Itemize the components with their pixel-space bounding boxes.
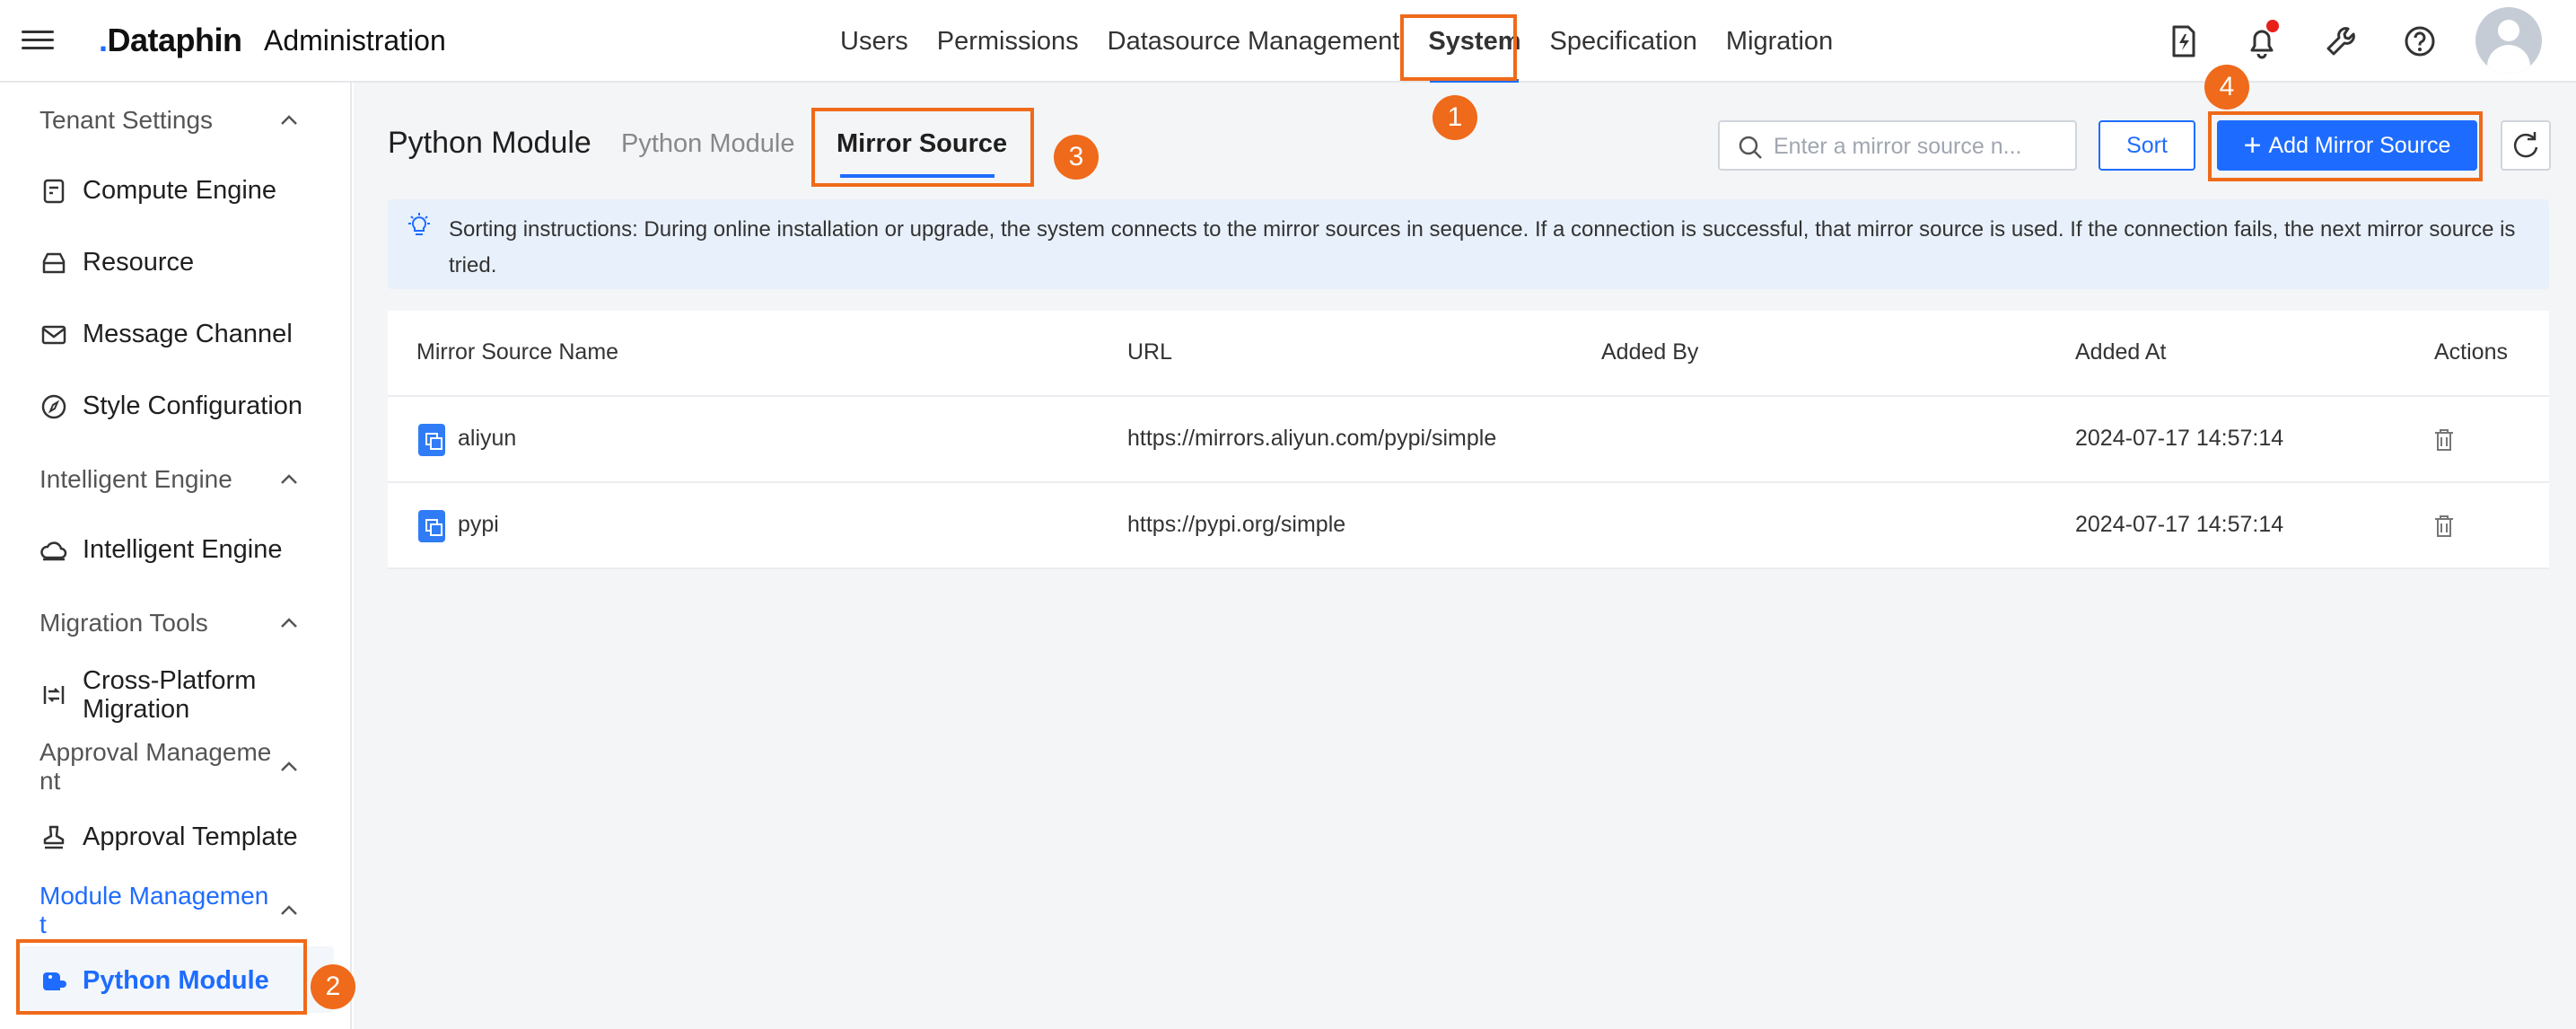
sidebar-item-label: Message Channel bbox=[83, 320, 293, 348]
mirror-added-at: 2024-07-17 14:57:14 bbox=[2075, 512, 2284, 537]
step-badge-4: 4 bbox=[2204, 65, 2249, 110]
delete-icon[interactable] bbox=[2432, 514, 2456, 539]
refresh-icon bbox=[2513, 132, 2538, 158]
lightbulb-icon bbox=[408, 213, 430, 235]
cloud-icon bbox=[40, 541, 67, 560]
mirror-source-table: Mirror Source Name URL Added By Added At… bbox=[388, 311, 2549, 569]
highlight-mirror-source-tab bbox=[811, 108, 1034, 187]
top-bar: .Dataphin Administration Users Permissio… bbox=[0, 0, 2576, 83]
refresh-button[interactable] bbox=[2501, 120, 2551, 171]
mirror-name: pypi bbox=[458, 512, 499, 537]
mirror-file-icon bbox=[418, 424, 445, 456]
table-row[interactable]: aliyun https://mirrors.aliyun.com/pypi/s… bbox=[388, 397, 2549, 483]
migration-icon bbox=[43, 686, 65, 704]
stamp-icon bbox=[43, 825, 65, 849]
group-intelligent-engine[interactable]: Intelligent Engine bbox=[39, 465, 232, 494]
highlight-add-mirror-source bbox=[2208, 111, 2483, 181]
sidebar-item-style-configuration[interactable]: Style Configuration bbox=[39, 391, 302, 421]
mirror-added-at: 2024-07-17 14:57:14 bbox=[2075, 426, 2284, 451]
sidebar-item-resource[interactable]: Resource bbox=[39, 248, 194, 277]
lightning-doc-icon[interactable] bbox=[2163, 22, 2203, 61]
notification-dot bbox=[2266, 20, 2279, 32]
column-header: Actions bbox=[2434, 339, 2508, 365]
wrench-icon[interactable] bbox=[2321, 22, 2361, 61]
sidebar-item-label: Intelligent Engine bbox=[83, 535, 283, 564]
mirror-url: https://mirrors.aliyun.com/pypi/simple bbox=[1127, 426, 1497, 451]
sidebar-item-label: Style Configuration bbox=[83, 391, 303, 420]
group-migration-tools[interactable]: Migration Tools bbox=[39, 609, 208, 638]
column-header: URL bbox=[1127, 339, 1173, 365]
menu-icon[interactable] bbox=[22, 25, 54, 57]
chevron-up-icon[interactable] bbox=[278, 612, 300, 634]
table-row[interactable]: pypi https://pypi.org/simple 2024-07-17 … bbox=[388, 483, 2549, 569]
sidebar-item-message-channel[interactable]: Message Channel bbox=[39, 320, 293, 349]
highlight-system-nav bbox=[1400, 14, 1517, 81]
search-icon bbox=[1739, 136, 1762, 159]
nav-datasource-management[interactable]: Datasource Management bbox=[1093, 0, 1415, 83]
mirror-url: https://pypi.org/simple bbox=[1127, 512, 1346, 537]
sidebar-item-label: Compute Engine bbox=[83, 176, 277, 205]
search-input[interactable] bbox=[1774, 131, 2061, 162]
sort-button[interactable]: Sort bbox=[2098, 120, 2195, 171]
user-avatar[interactable] bbox=[2475, 7, 2542, 74]
step-badge-2: 2 bbox=[311, 964, 355, 1009]
mirror-file-icon bbox=[418, 510, 445, 542]
sidebar-item-approval-template[interactable]: Approval Template bbox=[39, 822, 298, 852]
highlight-python-module bbox=[16, 939, 307, 1015]
delete-icon[interactable] bbox=[2432, 427, 2456, 453]
step-badge-3: 3 bbox=[1054, 135, 1099, 180]
top-nav: Users Permissions Datasource Management … bbox=[826, 0, 1847, 83]
chevron-up-icon[interactable] bbox=[278, 756, 300, 778]
dataphin-logo[interactable]: .Dataphin bbox=[99, 22, 242, 59]
sidebar-item-label: Approval Template bbox=[83, 822, 298, 851]
tab-python-module[interactable]: Python Module bbox=[621, 129, 794, 159]
compute-engine-icon bbox=[43, 179, 65, 203]
mirror-name: aliyun bbox=[458, 426, 517, 451]
resource-icon bbox=[42, 252, 66, 273]
notice-text: Sorting instructions: During online inst… bbox=[449, 217, 2516, 277]
sidebar-item-intelligent-engine[interactable]: Intelligent Engine bbox=[39, 535, 283, 565]
chevron-up-icon[interactable] bbox=[278, 900, 300, 921]
group-approval-management[interactable]: Approval Manageme nt bbox=[39, 738, 273, 796]
sorting-notice: Sorting instructions: During online inst… bbox=[388, 199, 2549, 289]
sidebar-item-label: Resource bbox=[83, 248, 195, 277]
page-title: Python Module bbox=[388, 126, 591, 160]
column-header: Mirror Source Name bbox=[416, 339, 619, 365]
help-icon[interactable] bbox=[2400, 22, 2440, 61]
chevron-up-icon[interactable] bbox=[278, 110, 300, 131]
group-module-management[interactable]: Module Managemen t bbox=[39, 882, 273, 939]
sidebar-item-compute-engine[interactable]: Compute Engine bbox=[39, 176, 276, 206]
column-header: Added At bbox=[2075, 339, 2167, 365]
chevron-up-icon[interactable] bbox=[278, 469, 300, 490]
group-tenant-settings[interactable]: Tenant Settings bbox=[39, 106, 213, 135]
sidebar-item-label: Cross-Platform Migration bbox=[83, 666, 257, 724]
nav-specification[interactable]: Specification bbox=[1535, 0, 1711, 83]
mail-icon bbox=[41, 325, 66, 344]
nav-migration[interactable]: Migration bbox=[1712, 0, 1847, 83]
sidebar-item-cross-platform-migration[interactable]: Cross-Platform Migration bbox=[39, 666, 309, 724]
nav-users[interactable]: Users bbox=[826, 0, 923, 83]
step-badge-1: 1 bbox=[1433, 95, 1477, 140]
app-name: Administration bbox=[264, 24, 446, 57]
nav-permissions[interactable]: Permissions bbox=[923, 0, 1093, 83]
compass-icon bbox=[41, 394, 66, 418]
column-header: Added By bbox=[1601, 339, 1699, 365]
table-header: Mirror Source Name URL Added By Added At… bbox=[388, 311, 2549, 397]
search-box[interactable] bbox=[1718, 120, 2077, 171]
